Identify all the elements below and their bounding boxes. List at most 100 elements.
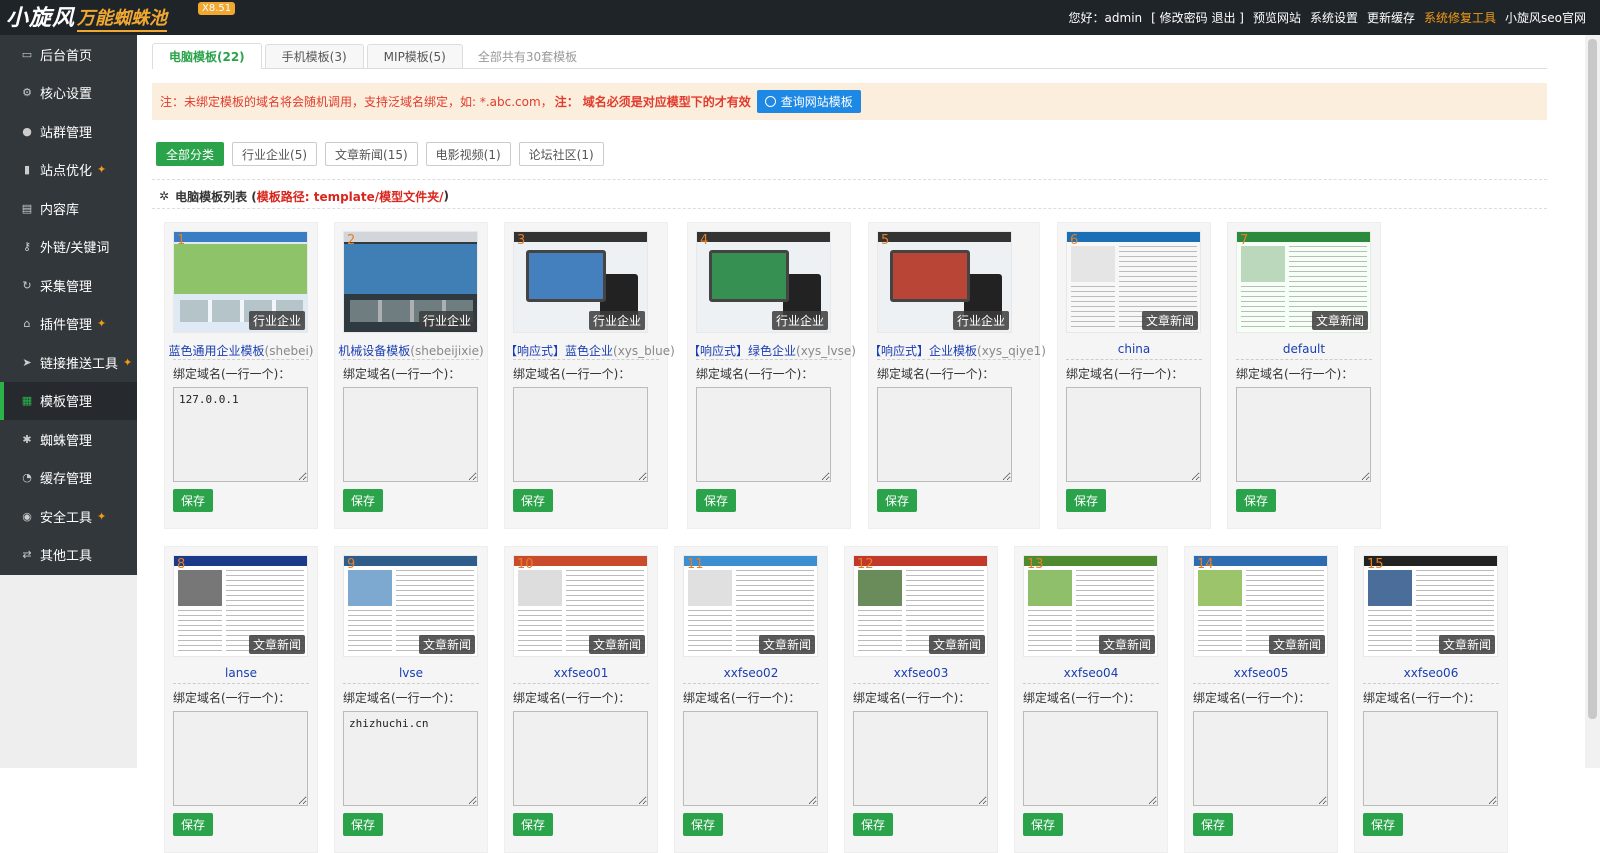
scrollbar[interactable] <box>1585 35 1600 768</box>
template-name-link[interactable]: xxfseo05 <box>1185 666 1337 680</box>
template-name-link[interactable]: 机械设备模板(shebeijixie) <box>335 342 487 359</box>
save-button[interactable]: 保存 <box>1236 489 1276 512</box>
template-name-link[interactable]: 【响应式】企业模板(xys_qiye1) <box>869 342 1046 359</box>
template-name: xxfseo05 <box>1233 666 1289 680</box>
save-button[interactable]: 保存 <box>696 489 736 512</box>
template-thumbnail[interactable]: 13 文章新闻 <box>1023 555 1158 657</box>
template-thumbnail[interactable]: 9 文章新闻 <box>343 555 478 657</box>
sidebar-item-8[interactable]: ➤ 链接推送工具 ✦ <box>0 343 137 382</box>
filter-all[interactable]: 全部分类 <box>156 142 225 166</box>
filter-video[interactable]: 电影视频(1) <box>425 142 511 166</box>
save-button[interactable]: 保存 <box>173 813 213 836</box>
save-button[interactable]: 保存 <box>173 489 213 512</box>
sidebar-item-0[interactable]: ▭ 后台首页 <box>0 35 137 74</box>
update-cache-link[interactable]: 更新缓存 <box>1367 9 1415 26</box>
template-name-link[interactable]: 【响应式】蓝色企业(xys_blue) <box>505 342 675 359</box>
tab-mip[interactable]: MIP模板(5) <box>366 44 463 68</box>
template-name-link[interactable]: xxfseo06 <box>1355 666 1507 680</box>
bind-domain-textarea[interactable] <box>1363 711 1498 806</box>
template-name-link[interactable]: china <box>1058 342 1210 356</box>
save-button[interactable]: 保存 <box>683 813 723 836</box>
template-name-link[interactable]: lvse <box>335 666 487 680</box>
bind-domain-textarea[interactable] <box>696 387 831 482</box>
template-thumbnail[interactable]: 5 行业企业 <box>877 231 1012 333</box>
template-thumbnail[interactable]: 3 行业企业 <box>513 231 648 333</box>
bind-domain-textarea[interactable] <box>683 711 818 806</box>
system-settings-link[interactable]: 系统设置 <box>1310 9 1358 26</box>
notice-text: 注：未绑定模板的域名将会随机调用，支持泛域名绑定，如: *.abc.com， <box>160 95 553 109</box>
save-button[interactable]: 保存 <box>1023 813 1063 836</box>
template-thumbnail[interactable]: 8 文章新闻 <box>173 555 308 657</box>
bind-domain-textarea[interactable] <box>513 387 648 482</box>
template-thumbnail[interactable]: 1 行业企业 <box>173 231 308 333</box>
preview-site-link[interactable]: 预览网站 <box>1253 9 1301 26</box>
template-name: 【响应式】企业模板 <box>869 344 978 358</box>
sidebar-item-2[interactable]: ● 站群管理 <box>0 112 137 151</box>
template-name-link[interactable]: xxfseo04 <box>1015 666 1167 680</box>
sidebar-item-9[interactable]: ▦ 模板管理 <box>0 381 137 420</box>
bind-domain-textarea[interactable] <box>1193 711 1328 806</box>
template-name-link[interactable]: 蓝色通用企业模板(shebei) <box>165 342 317 359</box>
tab-desktop[interactable]: 电脑模板(22) <box>152 43 262 69</box>
bind-domain-textarea[interactable] <box>1236 387 1371 482</box>
sidebar-item-5[interactable]: ⚷ 外链/关键词 <box>0 228 137 267</box>
sidebar-item-10[interactable]: ✱ 蜘蛛管理 <box>0 420 137 459</box>
save-button[interactable]: 保存 <box>513 489 553 512</box>
template-thumbnail[interactable]: 14 文章新闻 <box>1193 555 1328 657</box>
thumbnail-header <box>1067 232 1200 242</box>
sidebar-item-12[interactable]: ◉ 安全工具 ✦ <box>0 497 137 536</box>
sidebar-item-4[interactable]: ▤ 内容库 <box>0 189 137 228</box>
template-thumbnail[interactable]: 10 文章新闻 <box>513 555 648 657</box>
tab-mobile[interactable]: 手机模板(3) <box>264 44 364 68</box>
sidebar-item-7[interactable]: ⌂ 插件管理 ✦ <box>0 305 137 344</box>
save-button[interactable]: 保存 <box>343 489 383 512</box>
template-name-link[interactable]: 【响应式】绿色企业(xys_lvse) <box>688 342 856 359</box>
thumbnail-image <box>518 570 562 606</box>
filter-news[interactable]: 文章新闻(15) <box>325 142 418 166</box>
save-button[interactable]: 保存 <box>343 813 383 836</box>
bind-domain-textarea[interactable] <box>877 387 1012 482</box>
bind-domain-textarea[interactable] <box>1066 387 1201 482</box>
template-thumbnail[interactable]: 4 行业企业 <box>696 231 831 333</box>
template-name-link[interactable]: xxfseo02 <box>675 666 827 680</box>
top-nav: 您好：admin [ 修改密码 退出 ] 预览网站 系统设置 更新缓存 系统修复… <box>1060 0 1586 35</box>
sidebar-item-11[interactable]: ◔ 缓存管理 <box>0 459 137 498</box>
template-name-link[interactable]: xxfseo01 <box>505 666 657 680</box>
bind-domain-textarea[interactable] <box>343 711 478 806</box>
bind-domain-textarea[interactable] <box>173 711 308 806</box>
template-name-link[interactable]: default <box>1228 342 1380 356</box>
template-name-link[interactable]: lanse <box>165 666 317 680</box>
thumbnail-text-lines <box>518 610 562 654</box>
save-button[interactable]: 保存 <box>513 813 553 836</box>
system-repair-link[interactable]: 系统修复工具 <box>1424 9 1496 26</box>
query-templates-button[interactable]: 查询网站模板 <box>756 90 861 113</box>
account-links[interactable]: [ 修改密码 退出 ] <box>1151 9 1244 26</box>
bind-domain-textarea[interactable] <box>173 387 308 482</box>
filter-forum[interactable]: 论坛社区(1) <box>518 142 604 166</box>
save-button[interactable]: 保存 <box>877 489 917 512</box>
bind-domain-textarea[interactable] <box>1023 711 1158 806</box>
sidebar-item-3[interactable]: ▮ 站点优化 ✦ <box>0 151 137 190</box>
gear-icon: ✲ <box>159 189 170 203</box>
bind-domain-textarea[interactable] <box>853 711 988 806</box>
save-button[interactable]: 保存 <box>1193 813 1233 836</box>
filter-industry[interactable]: 行业企业(5) <box>232 142 318 166</box>
sidebar-item-label: 蜘蛛管理 <box>40 433 93 449</box>
save-button[interactable]: 保存 <box>1066 489 1106 512</box>
template-thumbnail[interactable]: 7 文章新闻 <box>1236 231 1371 333</box>
official-site-link[interactable]: 小旋风seo官网 <box>1505 9 1586 26</box>
template-thumbnail[interactable]: 11 文章新闻 <box>683 555 818 657</box>
save-button[interactable]: 保存 <box>1363 813 1403 836</box>
sidebar-item-6[interactable]: ↻ 采集管理 <box>0 266 137 305</box>
save-button[interactable]: 保存 <box>853 813 893 836</box>
sidebar-item-13[interactable]: ⇄ 其他工具 <box>0 536 137 575</box>
template-thumbnail[interactable]: 15 文章新闻 <box>1363 555 1498 657</box>
scrollbar-thumb[interactable] <box>1588 39 1597 719</box>
template-thumbnail[interactable]: 6 文章新闻 <box>1066 231 1201 333</box>
template-name-link[interactable]: xxfseo03 <box>845 666 997 680</box>
template-thumbnail[interactable]: 12 文章新闻 <box>853 555 988 657</box>
sidebar-item-1[interactable]: ⚙ 核心设置 <box>0 74 137 113</box>
template-thumbnail[interactable]: 2 行业企业 <box>343 231 478 333</box>
bind-domain-textarea[interactable] <box>513 711 648 806</box>
bind-domain-textarea[interactable] <box>343 387 478 482</box>
